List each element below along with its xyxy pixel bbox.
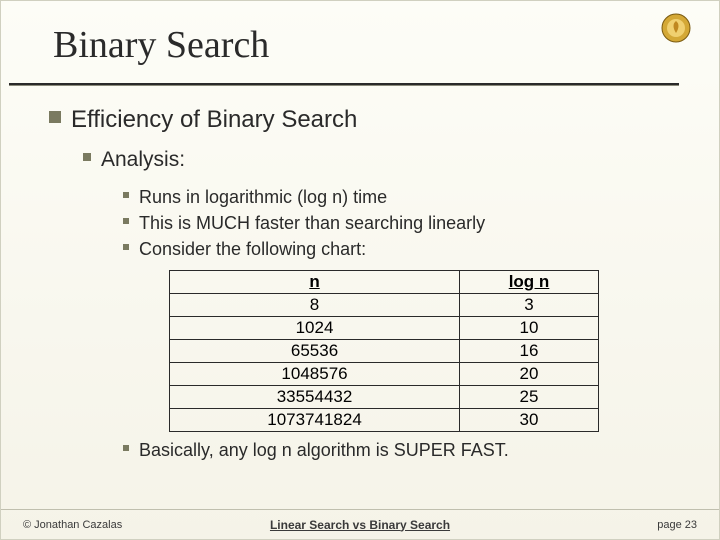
bullet-lvl2: Analysis: xyxy=(83,146,669,174)
footer: © Jonathan Cazalas Linear Search vs Bina… xyxy=(1,509,719,539)
cell: 3 xyxy=(460,293,599,316)
bullet-text: Runs in logarithmic (log n) time xyxy=(139,185,387,209)
footer-copyright: © Jonathan Cazalas xyxy=(23,519,122,531)
bullet-text: Analysis: xyxy=(101,146,185,174)
table-row: 8 3 xyxy=(170,293,599,316)
col-header-n: n xyxy=(170,270,460,293)
table-row: 1048576 20 xyxy=(170,362,599,385)
bullet-lvl1: Efficiency of Binary Search xyxy=(49,104,669,136)
cell: 30 xyxy=(460,408,599,431)
cell: 33554432 xyxy=(170,385,460,408)
bullet-icon xyxy=(83,153,91,161)
content-area: Efficiency of Binary Search Analysis: Ru… xyxy=(1,86,719,462)
cell: 1073741824 xyxy=(170,408,460,431)
table-row: 65536 16 xyxy=(170,339,599,362)
bullet-lvl3: This is MUCH faster than searching linea… xyxy=(123,211,669,235)
chart-table: n log n 8 3 1024 10 65536 16 1048576 2 xyxy=(169,270,599,432)
chart-table-wrap: n log n 8 3 1024 10 65536 16 1048576 2 xyxy=(169,270,599,432)
bullet-text: This is MUCH faster than searching linea… xyxy=(139,211,485,235)
slide-title: Binary Search xyxy=(53,23,679,67)
cell: 20 xyxy=(460,362,599,385)
cell: 1024 xyxy=(170,316,460,339)
logo-icon xyxy=(659,11,693,45)
cell: 16 xyxy=(460,339,599,362)
bullet-icon xyxy=(123,445,129,451)
bullet-lvl3-conclusion: Basically, any log n algorithm is SUPER … xyxy=(123,438,669,462)
cell: 1048576 xyxy=(170,362,460,385)
bullet-icon xyxy=(123,218,129,224)
bullet-icon xyxy=(123,192,129,198)
bullet-text: Consider the following chart: xyxy=(139,237,366,261)
cell: 10 xyxy=(460,316,599,339)
bullet-text: Basically, any log n algorithm is SUPER … xyxy=(139,438,509,462)
cell: 65536 xyxy=(170,339,460,362)
footer-page: page 23 xyxy=(657,519,697,531)
bullet-icon xyxy=(49,111,61,123)
slide: Binary Search Efficiency of Binary Searc… xyxy=(0,0,720,540)
table-row: 33554432 25 xyxy=(170,385,599,408)
title-block: Binary Search xyxy=(1,1,719,75)
bullet-icon xyxy=(123,244,129,250)
table-row: 1024 10 xyxy=(170,316,599,339)
bullet-lvl3: Consider the following chart: xyxy=(123,237,669,261)
cell: 8 xyxy=(170,293,460,316)
bullet-lvl3: Runs in logarithmic (log n) time xyxy=(123,185,669,209)
cell: 25 xyxy=(460,385,599,408)
bullet-text: Efficiency of Binary Search xyxy=(71,104,357,136)
col-header-logn: log n xyxy=(460,270,599,293)
table-row: 1073741824 30 xyxy=(170,408,599,431)
table-header-row: n log n xyxy=(170,270,599,293)
